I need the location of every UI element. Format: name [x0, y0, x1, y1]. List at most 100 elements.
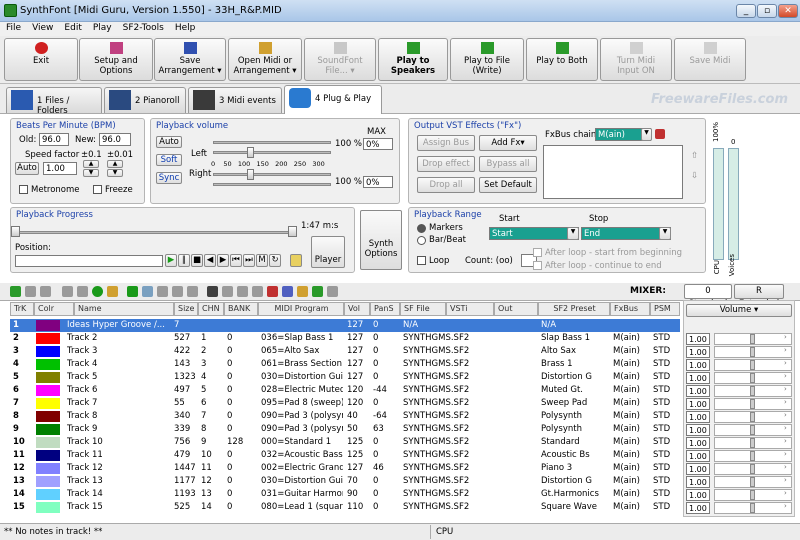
mixer-volume-field[interactable]: 1.00	[686, 333, 710, 345]
col-pans[interactable]: PanS	[370, 302, 400, 316]
mixer-volume-field[interactable]: 1.00	[686, 411, 710, 423]
col-midi-program[interactable]: MIDI Program	[258, 302, 344, 316]
after-loop-continue-checkbox[interactable]	[533, 261, 542, 270]
speed-down-01[interactable]: ▼	[83, 169, 99, 177]
add-fx-button[interactable]: Add Fx▾	[479, 135, 537, 151]
mixer-volume-field[interactable]: 1.00	[686, 463, 710, 475]
track-color-swatch[interactable]	[36, 385, 60, 396]
menu-help[interactable]: Help	[169, 22, 201, 33]
col-out[interactable]: Out	[494, 302, 538, 316]
tool-17-icon[interactable]	[327, 286, 338, 297]
record-icon[interactable]	[92, 286, 103, 297]
minimize-button[interactable]: _	[736, 4, 756, 18]
mixer-volume-arrow-icon[interactable]: ›	[784, 463, 787, 471]
table-row[interactable]: 12 Track 12 1447 11 0 002=Electric Grand 127 46…	[10, 462, 680, 475]
volume-auto-button[interactable]: Auto	[156, 136, 182, 148]
tool-14-icon[interactable]	[282, 286, 293, 297]
set-default-button[interactable]: Set Default	[479, 177, 537, 193]
mixer-volume-arrow-icon[interactable]: ›	[784, 502, 787, 510]
mixer-volume-field[interactable]: 1.00	[686, 502, 710, 514]
tab-standard[interactable]: 0 Standard	[684, 284, 732, 309]
track-color-swatch[interactable]	[36, 346, 60, 357]
tool-3-icon[interactable]	[40, 286, 51, 297]
left-volume-knob[interactable]	[247, 147, 254, 158]
table-row[interactable]: 15 Track 15 525 14 0 080=Lead 1 (square) 110 0 S…	[10, 501, 680, 514]
col-vol[interactable]: Vol	[344, 302, 370, 316]
track-color-swatch[interactable]	[36, 372, 60, 383]
table-row[interactable]: 8 Track 8 340 7 0 090=Pad 3 (polysynth) 40 -64 S…	[10, 410, 680, 423]
track-color-swatch[interactable]	[36, 424, 60, 435]
mixer-volume-field[interactable]: 1.00	[686, 424, 710, 436]
track-color-swatch[interactable]	[36, 359, 60, 370]
track-color-swatch[interactable]	[36, 320, 60, 331]
mixer-volume-knob[interactable]	[750, 477, 755, 487]
mixer-volume-knob[interactable]	[750, 360, 755, 370]
mixer-volume-arrow-icon[interactable]: ›	[784, 476, 787, 484]
mixer-volume-field[interactable]: 1.00	[686, 489, 710, 501]
stop-icon[interactable]: ■	[191, 254, 203, 267]
table-row[interactable]: 14 Track 14 1193 13 0 031=Guitar Harmonics 90 0…	[10, 488, 680, 501]
col-fxbus[interactable]: FxBus	[610, 302, 650, 316]
progress-slider[interactable]	[17, 231, 295, 234]
tab-plug-play[interactable]: 4 Plug & Play	[284, 85, 382, 114]
menu-file[interactable]: File	[0, 22, 26, 33]
mixer-volume-knob[interactable]	[750, 399, 755, 409]
left-volume-slider[interactable]	[213, 151, 331, 154]
mixer-volume-arrow-icon[interactable]: ›	[784, 398, 787, 406]
barbeat-radio[interactable]	[417, 236, 426, 245]
markers-radio[interactable]	[417, 224, 426, 233]
after-loop-start-checkbox[interactable]	[533, 248, 542, 257]
col-name[interactable]: Name	[74, 302, 174, 316]
skip-fwd-icon[interactable]: ⏭	[243, 254, 255, 267]
setup-options-button[interactable]: Setup and Options	[79, 38, 153, 81]
player-button[interactable]: Player	[311, 236, 345, 268]
fxbus-chain-dropdown[interactable]: ▼	[641, 128, 652, 141]
tab-pianoroll[interactable]: 2 Pianoroll	[104, 87, 186, 113]
track-color-swatch[interactable]	[36, 411, 60, 422]
mixer-volume-field[interactable]: 1.00	[686, 346, 710, 358]
mixer-volume-field[interactable]: 1.00	[686, 385, 710, 397]
tool-10-icon[interactable]	[222, 286, 233, 297]
play-to-both-button[interactable]: Play to Both	[526, 38, 598, 81]
forward-icon[interactable]: ▶	[217, 254, 229, 267]
col-psm[interactable]: PSM	[650, 302, 680, 316]
play-to-file-button[interactable]: Play to File (Write)	[450, 38, 524, 81]
tool-2-icon[interactable]	[25, 286, 36, 297]
col-chn[interactable]: CHN	[198, 302, 224, 316]
mixer-volume-knob[interactable]	[750, 451, 755, 461]
assign-bus-button[interactable]: Assign Bus	[417, 135, 475, 151]
tool-8-icon[interactable]	[172, 286, 183, 297]
bypass-all-button[interactable]: Bypass all	[479, 156, 537, 172]
save-arrangement-button[interactable]: Save Arrangement ▾	[154, 38, 226, 81]
drop-effect-button[interactable]: Drop effect	[417, 156, 475, 172]
tool-6-icon[interactable]	[142, 286, 153, 297]
synth-options-button[interactable]: Synth Options	[360, 210, 402, 270]
menu-play[interactable]: Play	[87, 22, 117, 33]
delete-icon[interactable]	[207, 286, 218, 297]
table-row[interactable]: 2 Track 2 527 1 0 036=Slap Bass 1 127 0 SYNTHGMS…	[10, 332, 680, 345]
mixer-volume-arrow-icon[interactable]: ›	[784, 489, 787, 497]
table-row[interactable]: 10 Track 10 756 9 128 000=Standard 1 125 0 SYNTH…	[10, 436, 680, 449]
col-sf-file[interactable]: SF File	[400, 302, 446, 316]
range-end-dropdown[interactable]: ▼	[659, 227, 671, 240]
maximize-button[interactable]: ▫	[757, 4, 777, 18]
rewind-icon[interactable]: ◀	[204, 254, 216, 267]
track-color-swatch[interactable]	[36, 437, 60, 448]
mixer-volume-arrow-icon[interactable]: ›	[784, 450, 787, 458]
track-color-swatch[interactable]	[36, 398, 60, 409]
options-icon[interactable]	[290, 254, 302, 267]
menu-view[interactable]: View	[26, 22, 58, 33]
track-color-swatch[interactable]	[36, 450, 60, 461]
col-sf2-preset[interactable]: SF2 Preset	[538, 302, 610, 316]
mixer-volume-arrow-icon[interactable]: ›	[784, 411, 787, 419]
range-start-dropdown[interactable]: ▼	[567, 227, 579, 240]
progress-end-knob[interactable]	[288, 226, 297, 237]
track-color-swatch[interactable]	[36, 463, 60, 474]
mixer-volume-knob[interactable]	[750, 334, 755, 344]
track-color-swatch[interactable]	[36, 476, 60, 487]
tab-files-folders[interactable]: 1 Files / Folders	[6, 87, 102, 116]
mixer-volume-knob[interactable]	[750, 464, 755, 474]
mixer-volume-knob[interactable]	[750, 386, 755, 396]
volume-sync-button[interactable]: Sync	[156, 172, 182, 184]
volume-header[interactable]: Volume ▾	[686, 304, 792, 317]
